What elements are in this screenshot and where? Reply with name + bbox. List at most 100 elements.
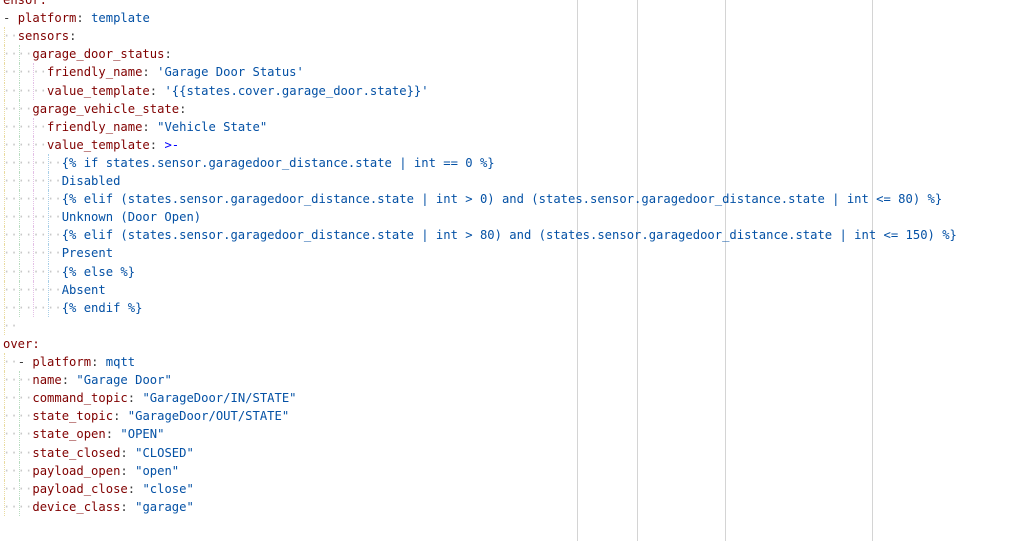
code-token: "close" xyxy=(142,481,194,496)
code-line[interactable]: ensor: xyxy=(3,0,1013,9)
indent-guide xyxy=(4,298,5,317)
code-token: garage_door_status xyxy=(32,47,165,62)
indent-guide xyxy=(18,244,20,263)
whitespace-dots: ········ xyxy=(3,210,62,225)
code-token: Absent xyxy=(61,282,106,297)
code-token: state_closed xyxy=(32,445,121,460)
code-token: platform xyxy=(17,11,77,26)
code-line[interactable]: ··sensors: xyxy=(3,27,1013,46)
indent-guide xyxy=(33,208,35,227)
indent-guide xyxy=(4,63,5,82)
code-line[interactable]: ······value_template: >- xyxy=(3,135,1013,154)
whitespace-dots: ···· xyxy=(3,47,33,62)
code-line[interactable]: ·· xyxy=(3,316,1013,335)
code-line[interactable]: ········{% else %} xyxy=(3,262,1013,281)
indent-guide xyxy=(18,262,20,281)
code-token: "open" xyxy=(135,463,180,478)
code-token: "CLOSED" xyxy=(135,445,194,460)
code-token: garage_vehicle_state xyxy=(32,101,180,116)
indent-guide xyxy=(4,208,5,227)
code-token: Unknown (Door Open) xyxy=(61,210,202,225)
code-token: : xyxy=(120,445,136,460)
indent-guide xyxy=(18,389,20,408)
indent-guide xyxy=(18,63,20,82)
code-token: : xyxy=(120,463,136,478)
whitespace-dots: ···· xyxy=(3,391,33,406)
whitespace-dots: ········ xyxy=(3,282,62,297)
code-token: ensor: xyxy=(3,0,48,7)
code-token: : xyxy=(164,47,172,62)
code-token: 'Garage Door Status' xyxy=(157,65,304,80)
indent-guide xyxy=(4,244,5,263)
code-token: {% if states.sensor.garagedoor_distance.… xyxy=(61,155,495,170)
indent-guide xyxy=(4,135,5,154)
indent-guide xyxy=(4,407,5,426)
whitespace-dots: ···· xyxy=(3,499,33,514)
code-token: {% else %} xyxy=(61,264,136,279)
indent-guide xyxy=(33,117,35,136)
indent-guide xyxy=(48,226,50,245)
code-line[interactable]: ········{% endif %} xyxy=(3,298,1013,317)
indent-guide xyxy=(18,190,20,209)
indent-guide xyxy=(4,425,5,444)
code-token: payload_close xyxy=(32,481,128,496)
indent-guide xyxy=(48,190,50,209)
code-token: : xyxy=(142,65,158,80)
code-line[interactable]: ····payload_open: "open" xyxy=(3,461,1013,480)
code-line[interactable]: ····state_closed: "CLOSED" xyxy=(3,443,1013,462)
code-token: : xyxy=(127,481,143,496)
code-line[interactable]: ······friendly_name: "Vehicle State" xyxy=(3,117,1013,136)
code-line[interactable]: ········{% elif (states.sensor.garagedoo… xyxy=(3,190,1013,209)
indent-guide xyxy=(4,81,5,100)
code-line[interactable]: ······value_template: '{{states.cover.ga… xyxy=(3,81,1013,100)
code-token: Present xyxy=(61,246,114,261)
whitespace-dots: ···· xyxy=(3,373,33,388)
indent-guide xyxy=(18,479,20,498)
indent-guide xyxy=(48,153,50,172)
code-token: sensors xyxy=(17,29,70,44)
code-line[interactable]: ····state_open: "OPEN" xyxy=(3,425,1013,444)
code-token: "GarageDoor/IN/STATE" xyxy=(142,391,297,406)
code-token: "Vehicle State" xyxy=(157,119,268,134)
code-token: : xyxy=(142,119,158,134)
code-editor[interactable]: ensor: - platform: template ··sensors: ····… xyxy=(0,0,1024,541)
code-line[interactable]: ····payload_close: "close" xyxy=(3,479,1013,498)
code-line[interactable]: ········Absent xyxy=(3,280,1013,299)
whitespace-dots: ···· xyxy=(3,463,33,478)
code-line[interactable]: ··- platform: mqtt xyxy=(3,353,1013,371)
code-line[interactable]: ········Disabled xyxy=(3,172,1013,190)
indent-guide xyxy=(33,63,35,82)
indent-guide xyxy=(48,244,50,263)
indent-guide xyxy=(48,208,50,227)
code-token: "OPEN" xyxy=(120,427,165,442)
code-line[interactable]: ····garage_vehicle_state: xyxy=(3,99,1013,118)
code-line[interactable]: ········Present xyxy=(3,244,1013,263)
whitespace-dots: ·· xyxy=(3,318,18,333)
code-line[interactable]: ········Unknown (Door Open) xyxy=(3,208,1013,227)
code-line[interactable]: ····state_topic: "GarageDoor/OUT/STATE" xyxy=(3,407,1013,426)
code-line[interactable]: - platform: template xyxy=(3,9,1013,27)
indent-guide xyxy=(48,262,50,281)
indent-guide xyxy=(33,153,35,172)
code-token: template xyxy=(91,11,150,26)
indent-guide xyxy=(18,208,20,227)
indent-guide xyxy=(18,497,20,516)
code-line[interactable]: ······friendly_name: 'Garage Door Status… xyxy=(3,63,1013,82)
code-line[interactable]: ········{% if states.sensor.garagedoor_d… xyxy=(3,153,1013,172)
code-token: {% endif %} xyxy=(61,300,143,315)
whitespace-dots: ········ xyxy=(3,300,62,315)
indent-guide xyxy=(33,172,35,190)
code-token: : xyxy=(149,83,165,98)
indent-guide xyxy=(18,99,20,118)
code-line[interactable]: ····command_topic: "GarageDoor/IN/STATE" xyxy=(3,389,1013,408)
code-line[interactable]: ····name: "Garage Door" xyxy=(3,371,1013,390)
code-line[interactable]: ····garage_door_status: xyxy=(3,45,1013,64)
code-token: value_template xyxy=(47,137,150,152)
indent-guide xyxy=(18,226,20,245)
whitespace-dots: ·· xyxy=(3,29,18,44)
code-token: : xyxy=(179,101,187,116)
code-line[interactable]: ····device_class: "garage" xyxy=(3,497,1013,516)
code-line[interactable]: over: xyxy=(3,335,1013,353)
whitespace-dots: ·· xyxy=(3,355,18,369)
code-line[interactable]: ········{% elif (states.sensor.garagedoo… xyxy=(3,226,1013,245)
